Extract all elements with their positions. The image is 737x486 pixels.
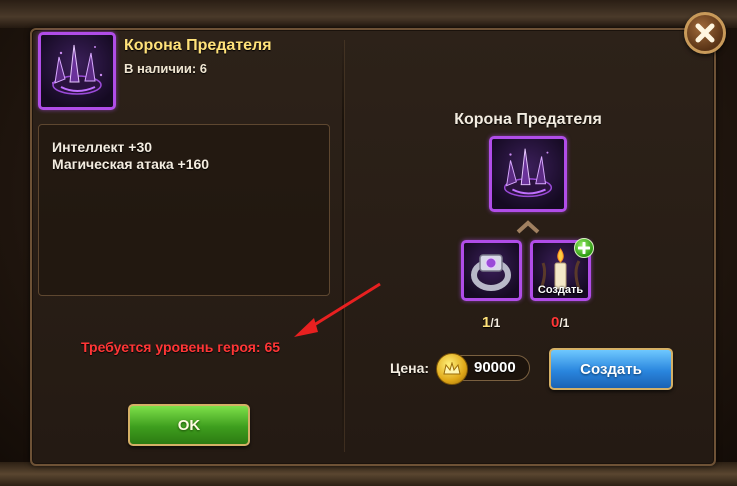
- stats-panel: Интеллект +30 Магическая атака +160: [38, 124, 330, 296]
- price-value: 90000: [474, 359, 516, 376]
- panel-divider: [342, 40, 344, 452]
- component-ring[interactable]: [461, 240, 522, 301]
- stat-intellect: Интеллект +30: [52, 139, 153, 155]
- ok-button[interactable]: OK: [128, 404, 250, 446]
- gold-coin-icon: [436, 353, 468, 385]
- level-requirement: Требуется уровень героя: 65: [81, 339, 281, 355]
- ring-icon: [471, 254, 511, 291]
- background-top: [0, 0, 737, 28]
- component-candle-need: /1: [559, 316, 570, 330]
- price-label: Цена:: [390, 360, 430, 376]
- plus-icon: [578, 242, 590, 254]
- crown-icon: [503, 148, 553, 198]
- component-ring-count: 1/1: [482, 314, 500, 331]
- craft-title: Корона Предателя: [454, 111, 602, 128]
- crown-icon: [52, 44, 103, 95]
- create-button[interactable]: Создать: [549, 348, 673, 390]
- annotation-arrow: [294, 282, 381, 337]
- chevron-up-icon: [516, 220, 540, 234]
- stock-count: В наличии: 6: [124, 61, 208, 76]
- item-icon: [38, 32, 116, 110]
- craft-result-icon: [489, 136, 567, 212]
- component-create-label: Создать: [537, 284, 584, 296]
- item-title: Корона Предателя: [124, 37, 272, 54]
- add-component-button[interactable]: [574, 238, 594, 258]
- close-x-icon: [695, 23, 715, 43]
- stat-magic-attack: Магическая атака +160: [52, 156, 210, 172]
- close-button[interactable]: [684, 12, 726, 54]
- component-ring-need: /1: [490, 316, 501, 330]
- component-candle-count: 0/1: [551, 314, 569, 331]
